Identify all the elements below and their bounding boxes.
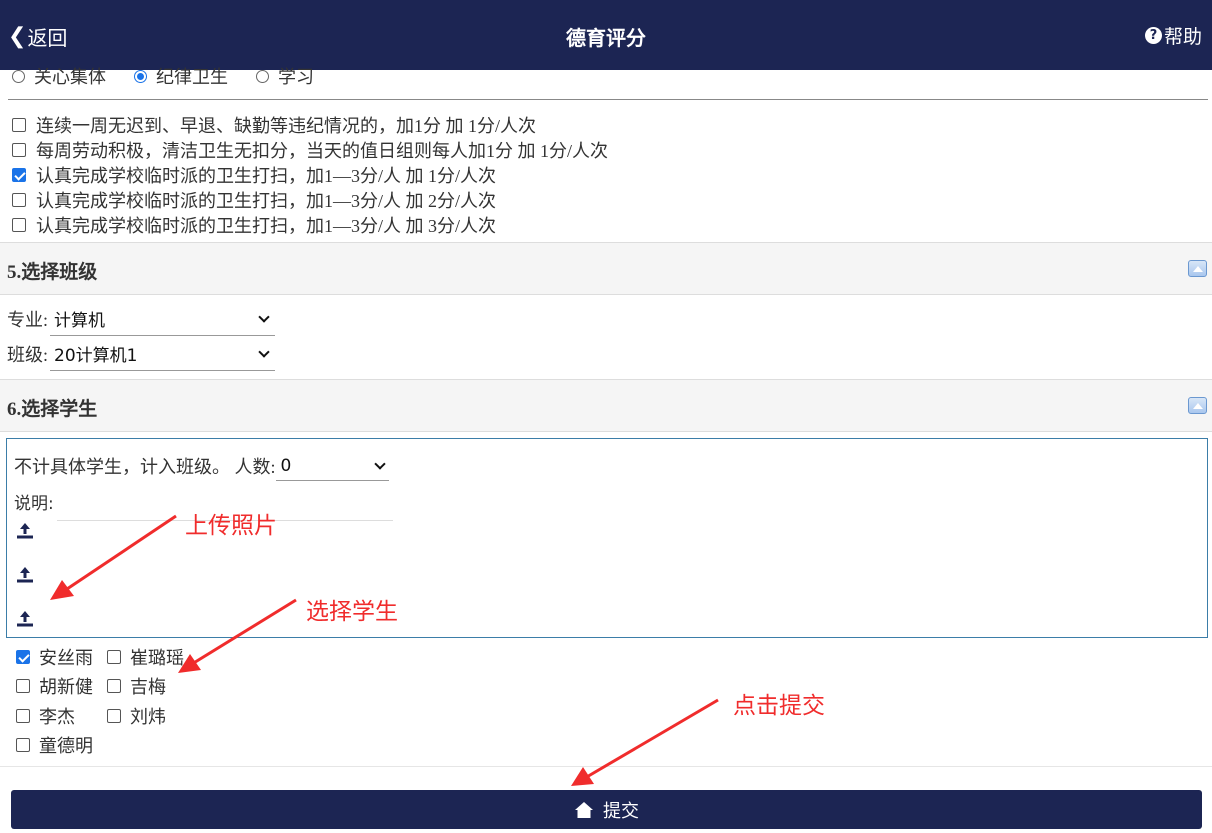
top-navbar: ❮ 返回 德育评分 ? 帮助 [0,0,1212,70]
submit-button[interactable]: 提交 [11,790,1202,829]
student-name: 崔璐瑶 [130,647,184,669]
no-student-text: 不计具体学生，计入班级。 人数: [14,457,276,477]
section-select-class[interactable]: 5.选择班级 [0,242,1212,295]
criteria-item[interactable]: 认真完成学校临时派的卫生打扫，加1—3分/人 加 3分/人次 [12,212,608,237]
student-item[interactable]: 李杰 [16,701,107,731]
section-title: 6.选择学生 [7,399,98,420]
student-name: 胡新健 [39,677,93,699]
class-label: 班级: [7,345,49,365]
help-label: 帮助 [1163,26,1202,48]
section-title: 5.选择班级 [7,262,98,283]
chevron-down-icon [373,457,386,470]
student-name: 李杰 [39,706,75,728]
major-select[interactable]: 计算机 [50,302,276,336]
student-name: 刘炜 [130,706,166,728]
student-item[interactable]: 安丝雨 [16,642,107,672]
collapse-up-icon[interactable] [1188,397,1207,414]
student-name: 吉梅 [130,677,166,699]
checkbox[interactable] [12,217,26,232]
checkbox[interactable] [16,679,30,694]
note-label: 说明: [14,494,54,514]
criteria-label: 认真完成学校临时派的卫生打扫，加1—3分/人 加 3分/人次 [36,215,496,236]
count-value: 0 [280,455,292,476]
radio-circle[interactable] [134,69,147,83]
radio-label: 学习 [278,67,314,87]
criteria-item[interactable]: 连续一周无迟到、早退、缺勤等违纪情况的，加1分 加 1分/人次 [12,112,608,137]
checkbox[interactable] [16,738,30,753]
home-icon [575,801,593,818]
category-radio-group: 关心集体 纪律卫生 学习 [12,64,342,88]
criteria-label: 认真完成学校临时派的卫生打扫，加1—3分/人 加 2分/人次 [36,190,496,211]
annotation-select-student: 选择学生 [306,599,398,625]
radio-circle[interactable] [12,69,25,83]
major-value: 计算机 [54,311,106,331]
student-item[interactable]: 胡新健 [16,672,107,702]
criteria-item[interactable]: 认真完成学校临时派的卫生打扫，加1—3分/人 加 1分/人次 [12,162,608,187]
criteria-item[interactable]: 每周劳动积极，清洁卫生无扣分，当天的值日组则每人加1分 加 1分/人次 [12,137,608,162]
page-title: 德育评分 [566,26,646,50]
upload-icon[interactable] [15,565,35,585]
help-circle-icon: ? [1144,27,1162,44]
annotation-click-submit: 点击提交 [733,693,825,719]
major-field: 专业: 计算机 [7,302,276,336]
criteria-label: 认真完成学校临时派的卫生打扫，加1—3分/人 加 1分/人次 [36,165,496,186]
section-select-student[interactable]: 6.选择学生 [0,379,1212,432]
count-select[interactable]: 0 [275,451,389,481]
criteria-item[interactable]: 认真完成学校临时派的卫生打扫，加1—3分/人 加 2分/人次 [12,187,608,212]
checkbox[interactable] [107,708,121,723]
class-select[interactable]: 20计算机1 [50,337,276,371]
radio-label: 纪律卫生 [156,67,228,87]
radio-circle[interactable] [256,69,269,83]
category-radio-study[interactable]: 学习 [256,63,314,89]
student-name: 安丝雨 [39,647,93,669]
class-field: 班级: 20计算机1 [7,337,276,371]
student-checklist: 安丝雨 崔璐瑶 胡新健 吉梅 李杰 刘炜 童德明 [16,642,217,760]
class-value: 20计算机1 [54,346,138,366]
help-button[interactable]: ? 帮助 [1144,22,1202,49]
checkbox[interactable] [16,649,30,664]
upload-icon[interactable] [15,521,35,541]
checkbox[interactable] [12,192,26,207]
student-item[interactable]: 刘炜 [107,701,217,731]
checkbox[interactable] [107,679,121,694]
student-item[interactable]: 吉梅 [107,672,217,702]
upload-icon[interactable] [15,609,35,629]
annotation-upload-photo: 上传照片 [185,513,277,539]
chevron-down-icon [258,310,270,323]
student-item[interactable]: 童德明 [16,731,107,761]
checkbox[interactable] [107,649,121,664]
category-radio-care[interactable]: 关心集体 [12,63,106,89]
submit-label: 提交 [603,800,639,822]
criteria-label: 连续一周无迟到、早退、缺勤等违纪情况的，加1分 加 1分/人次 [36,115,536,136]
criteria-checklist: 连续一周无迟到、早退、缺勤等违纪情况的，加1分 加 1分/人次 每周劳动积极，清… [12,112,608,237]
collapse-up-icon[interactable] [1188,260,1207,277]
checkbox[interactable] [12,117,26,132]
checkbox[interactable] [12,142,26,157]
chevron-down-icon [258,345,270,358]
divider [8,99,1208,100]
checkbox[interactable] [12,167,26,182]
no-student-row: 不计具体学生，计入班级。 人数: 0 [14,451,389,481]
student-name: 童德明 [39,736,93,758]
radio-label: 关心集体 [34,67,106,87]
major-label: 专业: [7,310,49,330]
student-item[interactable]: 崔璐瑶 [107,642,217,672]
checkbox[interactable] [16,708,30,723]
category-radio-discipline[interactable]: 纪律卫生 [134,63,228,89]
criteria-label: 每周劳动积极，清洁卫生无扣分，当天的值日组则每人加1分 加 1分/人次 [36,140,608,161]
divider [0,766,1212,767]
arrow-submit [571,698,719,786]
